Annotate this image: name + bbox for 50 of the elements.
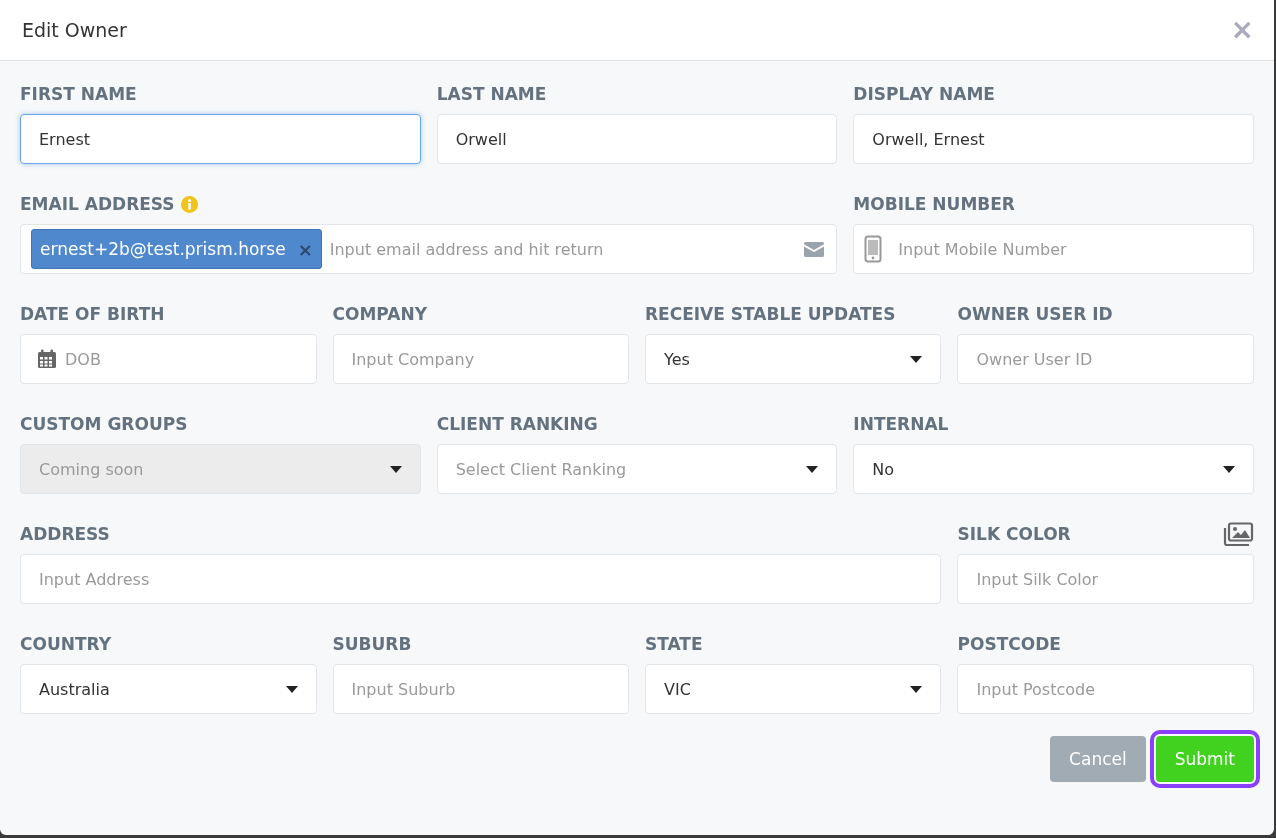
field-label: EMAIL ADDRESS — [20, 194, 175, 214]
field-label: RECEIVE STABLE UPDATES — [645, 304, 896, 324]
text-input-field[interactable]: Ernest — [20, 114, 421, 164]
text-input-field[interactable]: Input Silk Color — [957, 554, 1254, 604]
field-label: CLIENT RANKING — [436, 414, 598, 434]
text-input-field[interactable]: Orwell, Ernest — [853, 114, 1254, 164]
mobile-phone-icon — [864, 235, 883, 263]
field-label: FIRST NAME — [20, 84, 137, 104]
caret-icon — [806, 465, 819, 473]
text-input-field[interactable]: Owner User ID — [957, 334, 1254, 384]
envelope-icon — [804, 241, 825, 257]
field-label: STATE — [645, 634, 703, 654]
text-input-field[interactable]: Input Address — [20, 554, 942, 604]
calendar-icon — [37, 349, 57, 369]
field-label: LAST NAME — [436, 84, 547, 104]
image-gallery-icon[interactable] — [1223, 521, 1254, 547]
caret-icon — [389, 465, 402, 473]
select-dropdown[interactable]: Yes — [645, 334, 942, 384]
field-label: CUSTOM GROUPS — [20, 414, 188, 434]
email-tag: ernest+2b@test.prism.horse × — [31, 229, 322, 269]
remove-tag-button[interactable]: × — [297, 238, 313, 260]
field-label: DATE OF BIRTH — [20, 304, 165, 324]
field-label: SILK COLOR — [957, 524, 1071, 544]
field-label: ADDRESS — [20, 524, 110, 544]
field-label: COMPANY — [332, 304, 427, 324]
field-label: COUNTRY — [20, 634, 112, 654]
text-input-field[interactable]: Input Suburb — [332, 664, 629, 714]
select-dropdown[interactable]: No — [853, 444, 1254, 494]
dialog-title: Edit Owner — [22, 19, 127, 41]
field-label: INTERNAL — [853, 414, 949, 434]
select-dropdown[interactable]: Select Client Ranking — [436, 444, 838, 494]
close-button[interactable]: × — [1230, 16, 1254, 44]
email-tags-field[interactable]: ernest+2b@test.prism.horse × Input email address and hit return — [20, 224, 838, 274]
text-input-field[interactable]: Orwell — [436, 114, 838, 164]
select-dropdown[interactable]: VIC — [645, 664, 942, 714]
caret-icon — [910, 685, 923, 693]
field-label: MOBILE NUMBER — [853, 194, 1015, 214]
caret-icon — [1223, 465, 1235, 473]
field-label: POSTCODE — [957, 634, 1061, 654]
field-label: OWNER USER ID — [957, 304, 1113, 324]
text-input-field[interactable]: Input Company — [332, 334, 629, 384]
caret-icon — [910, 355, 923, 363]
caret-icon — [285, 685, 298, 693]
text-input-field[interactable]: Input Postcode — [957, 664, 1254, 714]
cancel-button[interactable]: Cancel — [1050, 736, 1146, 782]
field-label: SUBURB — [332, 634, 412, 654]
date-input-field[interactable]: DOB — [20, 334, 317, 384]
phone-input-field[interactable]: Input Mobile Number — [853, 224, 1254, 274]
select-dropdown[interactable]: Australia — [20, 664, 317, 714]
field-label: DISPLAY NAME — [853, 84, 995, 104]
